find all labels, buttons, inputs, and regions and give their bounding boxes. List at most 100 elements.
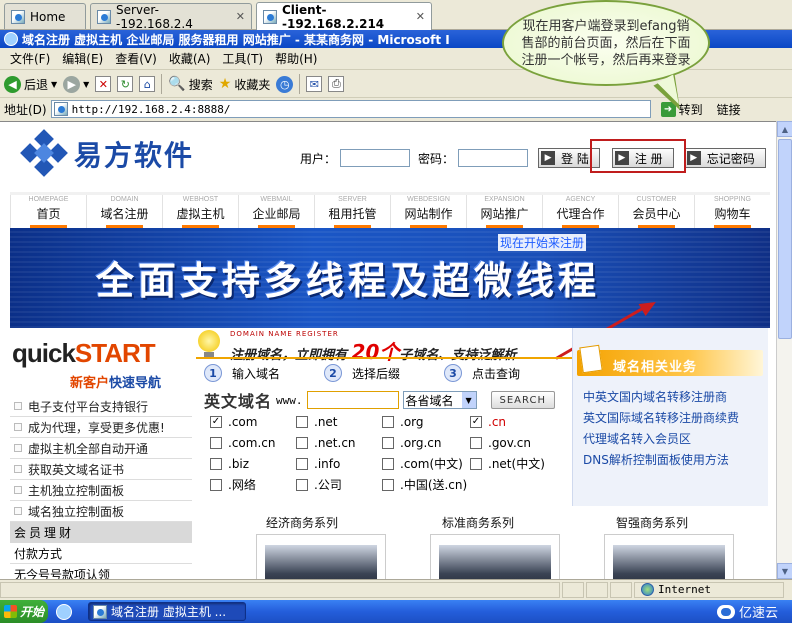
checkbox[interactable] [210,457,222,470]
tld-option[interactable]: .com(中文) [382,456,470,471]
close-icon[interactable]: ✕ [236,10,245,23]
tld-option[interactable]: .biz [210,456,296,471]
tld-option[interactable]: .org [382,414,470,429]
checkbox[interactable] [382,457,394,470]
nav-webhost[interactable]: WEBHOST 虚拟主机 [162,195,238,228]
list-item[interactable]: 主机独立控制面板 [10,480,192,501]
server-image[interactable] [256,534,386,579]
tld-option[interactable]: .com.cn [210,435,296,450]
taskbar-window-button[interactable]: 域名注册 虚拟主机 ... [88,602,246,621]
nav-customer[interactable]: CUSTOMER 会员中心 [618,195,694,228]
checkbox[interactable] [382,415,394,428]
tab-server[interactable]: Server--192.168.2.4 ✕ [90,3,252,31]
nav-webdesign[interactable]: WEBDESIGN 网站制作 [390,195,466,228]
refresh-icon[interactable]: ↻ [117,76,134,92]
password-input[interactable] [458,149,529,167]
nav-expansion[interactable]: EXPANSION 网站推广 [466,195,542,228]
mail-icon[interactable]: ✉ [306,76,323,92]
menu-tools[interactable]: 工具(T) [222,50,275,67]
stop-icon[interactable]: ✕ [95,76,112,92]
checkbox[interactable] [470,457,482,470]
server-image[interactable] [430,534,560,579]
list-item[interactable]: 电子支付平台支持银行 [10,396,192,417]
nav-domain[interactable]: DOMAIN 域名注册 [86,195,162,228]
links-button[interactable]: 链接 [717,101,741,118]
menu-file[interactable]: 文件(F) [10,50,62,67]
tld-option[interactable]: .gov.cn [470,435,570,450]
checkbox[interactable] [382,436,394,449]
home-icon[interactable]: ⌂ [139,76,156,92]
tab-home[interactable]: Home [4,3,86,29]
member-finance-heading: 会员理财 [10,522,192,543]
server-image[interactable] [604,534,734,579]
nav-shopping[interactable]: SHOPPING 购物车 [694,195,770,228]
history-icon[interactable]: ◷ [276,75,294,93]
vertical-scrollbar[interactable]: ▲ ▼ [776,121,792,579]
scroll-thumb[interactable] [778,139,792,339]
tld-option[interactable]: .net [296,414,382,429]
site-logo[interactable]: 易方软件 [20,129,194,178]
domain-input[interactable] [306,391,399,409]
service-link[interactable]: 代理域名转入会员区 [583,430,739,451]
list-item[interactable]: 付款方式 [10,543,192,564]
service-link[interactable]: DNS解析控制面板使用方法 [583,451,739,472]
list-item[interactable]: 获取英文域名证书 [10,459,192,480]
promo-banner[interactable]: 全面支持多线程及超微线程 现在开始来注册 [10,228,770,328]
tab-client[interactable]: Client--192.168.2.214 ✕ [256,2,432,31]
tld-label: .net(中文) [488,457,545,471]
status-cell [586,581,608,598]
tld-option[interactable]: ✓ .com [210,414,296,429]
username-input[interactable] [340,149,411,167]
nav-home[interactable]: HOMEPAGE 首页 [10,195,86,228]
scroll-down-icon[interactable]: ▼ [777,563,792,579]
list-item[interactable]: 虚拟主机全部自动开通 [10,438,192,459]
tld-option[interactable]: .info [296,456,382,471]
checkbox[interactable]: ✓ [210,415,222,428]
checkbox[interactable] [470,436,482,449]
list-item[interactable]: 成为代理，享受更多优惠! [10,417,192,438]
address-input[interactable]: http://192.168.2.4:8888/ [50,100,651,118]
menu-help[interactable]: 帮助(H) [275,50,329,67]
scroll-up-icon[interactable]: ▲ [777,121,792,137]
domain-search-button[interactable]: SEARCH [490,391,555,409]
ie-quicklaunch-icon[interactable] [56,603,72,620]
tld-option[interactable]: ✓ .cn [470,414,570,429]
domain-type-select[interactable]: 各省域名 ▼ [402,391,477,409]
menu-favorites[interactable]: 收藏(A) [169,50,223,67]
forward-button[interactable]: ▶ ▼ [63,75,89,93]
tld-label: .net.cn [314,435,356,450]
menu-view[interactable]: 查看(V) [115,50,169,67]
favorites-button[interactable]: ★ 收藏夹 [219,76,271,93]
checkbox[interactable] [382,478,394,491]
nav-agency[interactable]: AGENCY 代理合作 [542,195,618,228]
list-item[interactable]: 无今号号款项认领 [10,564,192,580]
service-link[interactable]: 英文国际域名转移注册商续费 [583,409,739,430]
checkbox[interactable]: ✓ [470,415,482,428]
checkbox[interactable] [296,478,308,491]
nav-webmail[interactable]: WEBMAIL 企业邮局 [238,195,314,228]
service-link[interactable]: 中英文国内域名转移注册商 [583,388,739,409]
nav-server[interactable]: SERVER 租用托管 [314,195,390,228]
series-label[interactable]: 经济商务系列 [266,514,338,531]
tld-option[interactable]: .net.cn [296,435,382,450]
back-button[interactable]: ◀ 后退 ▼ [4,75,57,93]
checkbox[interactable] [210,478,222,491]
print-icon[interactable]: ⎙ [328,76,345,92]
checkbox[interactable] [296,436,308,449]
tld-option[interactable]: .中国(送.cn) [382,477,470,492]
checkbox[interactable] [296,415,308,428]
tld-option[interactable]: .公司 [296,477,382,492]
menu-edit[interactable]: 编辑(E) [62,50,115,67]
forgot-password-button[interactable]: ▶ 忘记密码 [683,148,766,168]
start-button[interactable]: 开始 [0,600,48,623]
checkbox[interactable] [296,457,308,470]
checkbox[interactable] [210,436,222,449]
tld-option[interactable]: .网络 [210,477,296,492]
close-icon[interactable]: ✕ [416,10,425,23]
search-button[interactable]: 🔍 搜索 [168,76,212,93]
list-item[interactable]: 域名独立控制面板 [10,501,192,522]
tld-option[interactable]: .net(中文) [470,456,570,471]
series-label[interactable]: 智强商务系列 [616,514,688,531]
tld-option[interactable]: .org.cn [382,435,470,450]
series-label[interactable]: 标准商务系列 [442,514,514,531]
